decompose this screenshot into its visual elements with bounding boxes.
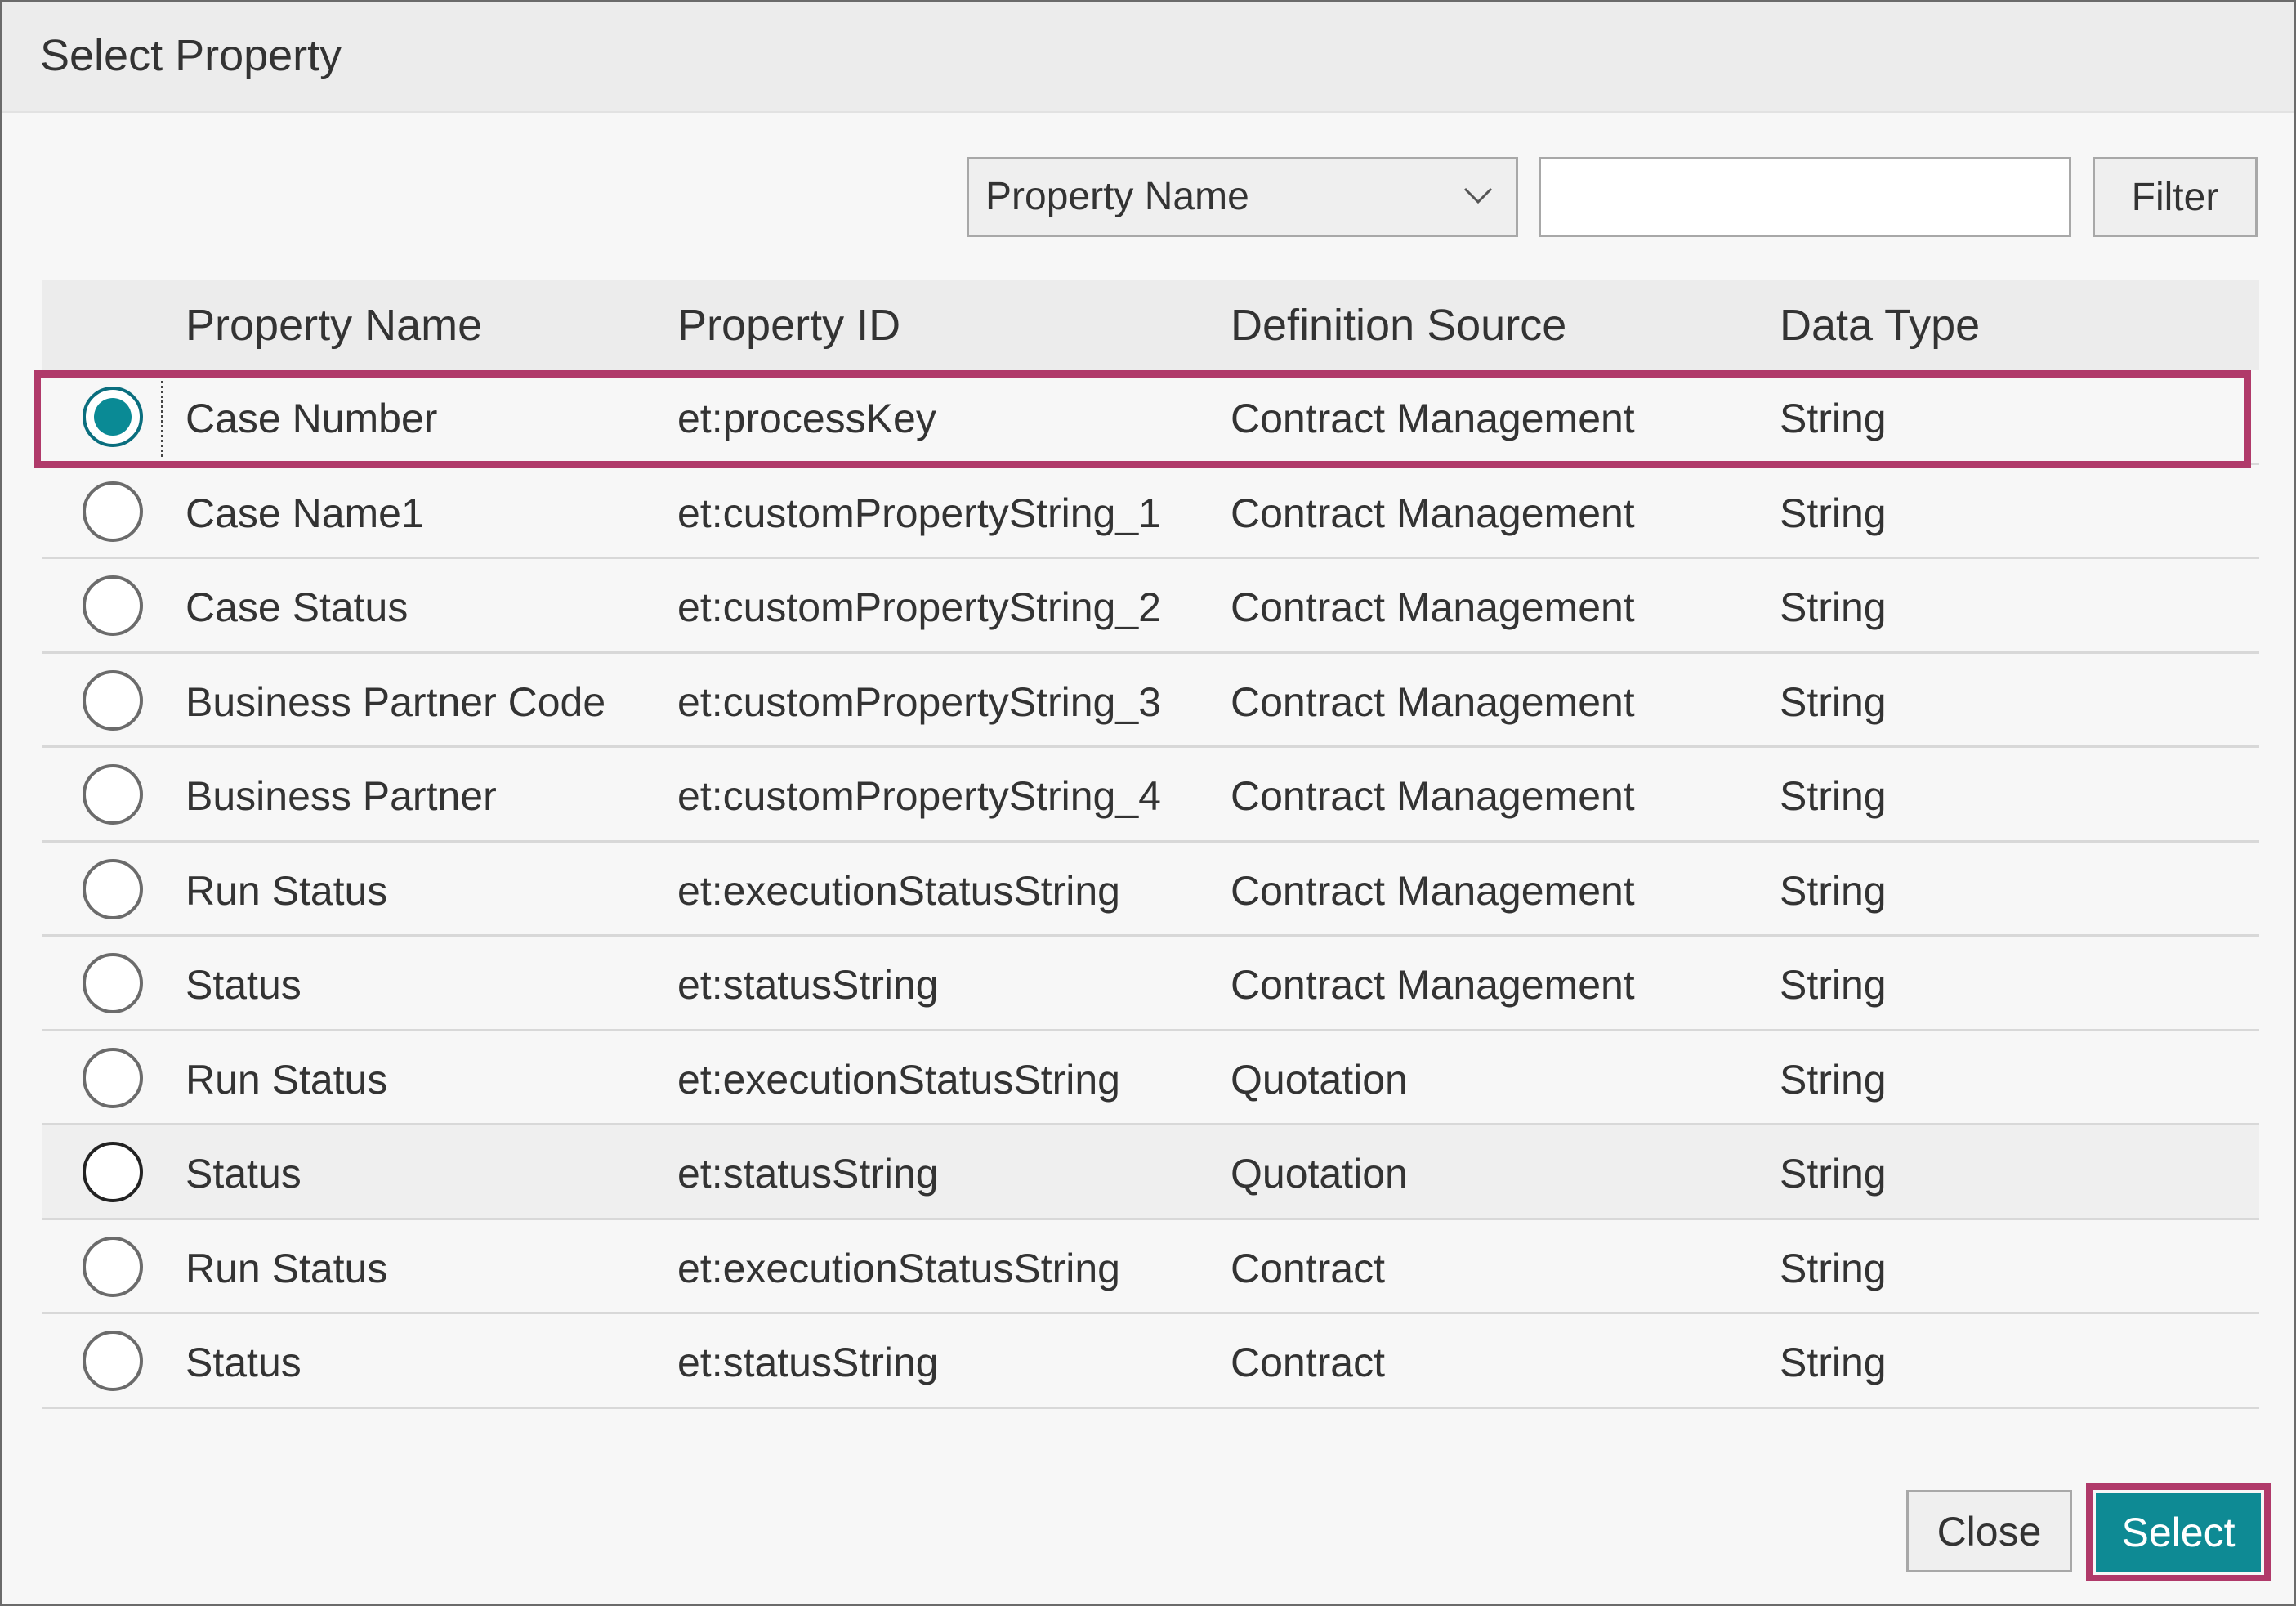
dialog-header: Select Property: [2, 2, 2294, 113]
radio-button[interactable]: [83, 1331, 143, 1391]
radio-button[interactable]: [83, 953, 143, 1013]
cell-property-name: Run Status: [185, 1245, 388, 1291]
table-row[interactable]: Run Status et:executionStatusString Quotat…: [42, 1031, 2259, 1125]
radio-button[interactable]: [83, 858, 143, 919]
table-row[interactable]: Status et:statusString Contract String: [42, 1314, 2259, 1409]
cell-property-name: Case Number: [185, 396, 438, 441]
close-button[interactable]: Close: [1906, 1490, 2072, 1572]
radio-button[interactable]: [83, 669, 143, 731]
filter-field-select[interactable]: Property Name: [967, 157, 1518, 237]
cell-data-type: String: [1780, 490, 1887, 536]
filter-search-input[interactable]: [1539, 157, 2071, 237]
cell-data-type: String: [1780, 1245, 1887, 1291]
cell-definition-source: Contract Management: [1231, 773, 1635, 819]
table-row[interactable]: Business Partner et:customPropertyString_…: [42, 748, 2259, 843]
property-table: Property Name Property ID Definition Sou…: [42, 280, 2259, 1409]
table-row[interactable]: Case Status et:customPropertyString_2 Cont…: [42, 559, 2259, 654]
cell-property-name: Business Partner Code: [185, 678, 606, 725]
radio-button[interactable]: [83, 1047, 143, 1108]
cell-property-id: et:executionStatusString: [677, 1245, 1120, 1291]
cell-data-type: String: [1780, 584, 1887, 630]
cell-data-type: String: [1780, 1056, 1887, 1103]
radio-button[interactable]: [83, 1142, 143, 1202]
cell-property-id: et:customPropertyString_1: [677, 490, 1161, 536]
cell-definition-source: Quotation: [1231, 1056, 1408, 1103]
column-header-definition-source[interactable]: Definition Source: [1231, 300, 1566, 351]
cell-property-id: et:processKey: [677, 396, 936, 441]
cell-property-name: Run Status: [185, 1056, 388, 1103]
cell-definition-source: Contract Management: [1231, 962, 1635, 1008]
cell-property-name: Run Status: [185, 867, 388, 914]
table-row[interactable]: Business Partner Code et:customPropertySt…: [42, 654, 2259, 748]
table-body: Case Number et:processKey Contract Managem…: [42, 370, 2259, 1409]
cell-data-type: String: [1780, 962, 1887, 1008]
dialog-title: Select Property: [40, 31, 342, 80]
cell-data-type: String: [1780, 1151, 1887, 1197]
cell-data-type: String: [1780, 867, 1887, 914]
cell-property-name: Business Partner: [185, 773, 497, 819]
cell-property-name: Status: [185, 1340, 302, 1385]
radio-button[interactable]: [83, 481, 143, 542]
select-button[interactable]: Select: [2096, 1493, 2261, 1572]
table-row[interactable]: Status et:statusString Quotation String: [42, 1125, 2259, 1220]
cell-property-name: Status: [185, 962, 302, 1008]
cell-property-id: et:statusString: [677, 1151, 939, 1197]
cell-definition-source: Contract: [1231, 1245, 1385, 1291]
column-header-data-type[interactable]: Data Type: [1780, 300, 1980, 351]
cell-definition-source: Contract Management: [1231, 867, 1635, 914]
cell-definition-source: Contract Management: [1231, 490, 1635, 536]
radio-button-checked[interactable]: [83, 387, 143, 447]
table-row[interactable]: Case Name1 et:customPropertyString_1 Contr…: [42, 465, 2259, 559]
cell-property-id: et:executionStatusString: [677, 1056, 1120, 1103]
cell-property-id: et:statusString: [677, 1340, 939, 1385]
cell-definition-source: Quotation: [1231, 1151, 1408, 1197]
cell-property-name: Case Name1: [185, 490, 424, 536]
cell-property-name: Status: [185, 1151, 302, 1197]
cell-definition-source: Contract Management: [1231, 396, 1635, 441]
cell-data-type: String: [1780, 1340, 1887, 1385]
cell-property-id: et:customPropertyString_4: [677, 773, 1161, 819]
radio-button[interactable]: [83, 575, 143, 636]
cell-property-id: et:customPropertyString_3: [677, 678, 1161, 725]
focus-indicator: [161, 375, 163, 457]
table-row[interactable]: Status et:statusString Contract Management…: [42, 937, 2259, 1031]
table-row[interactable]: Case Number et:processKey Contract Managem…: [42, 370, 2259, 465]
filter-button[interactable]: Filter: [2093, 157, 2258, 237]
cell-property-id: et:statusString: [677, 962, 939, 1008]
cell-property-id: et:customPropertyString_2: [677, 584, 1161, 630]
cell-data-type: String: [1780, 773, 1887, 819]
cell-definition-source: Contract: [1231, 1340, 1385, 1385]
cell-definition-source: Contract Management: [1231, 584, 1635, 630]
cell-definition-source: Contract Management: [1231, 678, 1635, 725]
radio-button[interactable]: [83, 764, 143, 825]
cell-property-id: et:executionStatusString: [677, 867, 1120, 914]
table-row[interactable]: Run Status et:executionStatusString Contra…: [42, 1220, 2259, 1314]
column-header-property-id[interactable]: Property ID: [677, 300, 900, 351]
table-header: Property Name Property ID Definition Sou…: [42, 280, 2259, 370]
chevron-down-icon: [1463, 187, 1493, 204]
select-button-highlight: Select: [2086, 1483, 2271, 1581]
select-property-dialog: Select Property Property Name Filter Pro…: [0, 0, 2296, 1606]
cell-data-type: String: [1780, 678, 1887, 725]
cell-data-type: String: [1780, 396, 1887, 441]
table-row[interactable]: Run Status et:executionStatusString Contra…: [42, 843, 2259, 937]
filter-field-selected-value: Property Name: [985, 175, 1249, 218]
radio-button[interactable]: [83, 1236, 143, 1297]
column-header-property-name[interactable]: Property Name: [185, 300, 482, 351]
cell-property-name: Case Status: [185, 584, 409, 630]
